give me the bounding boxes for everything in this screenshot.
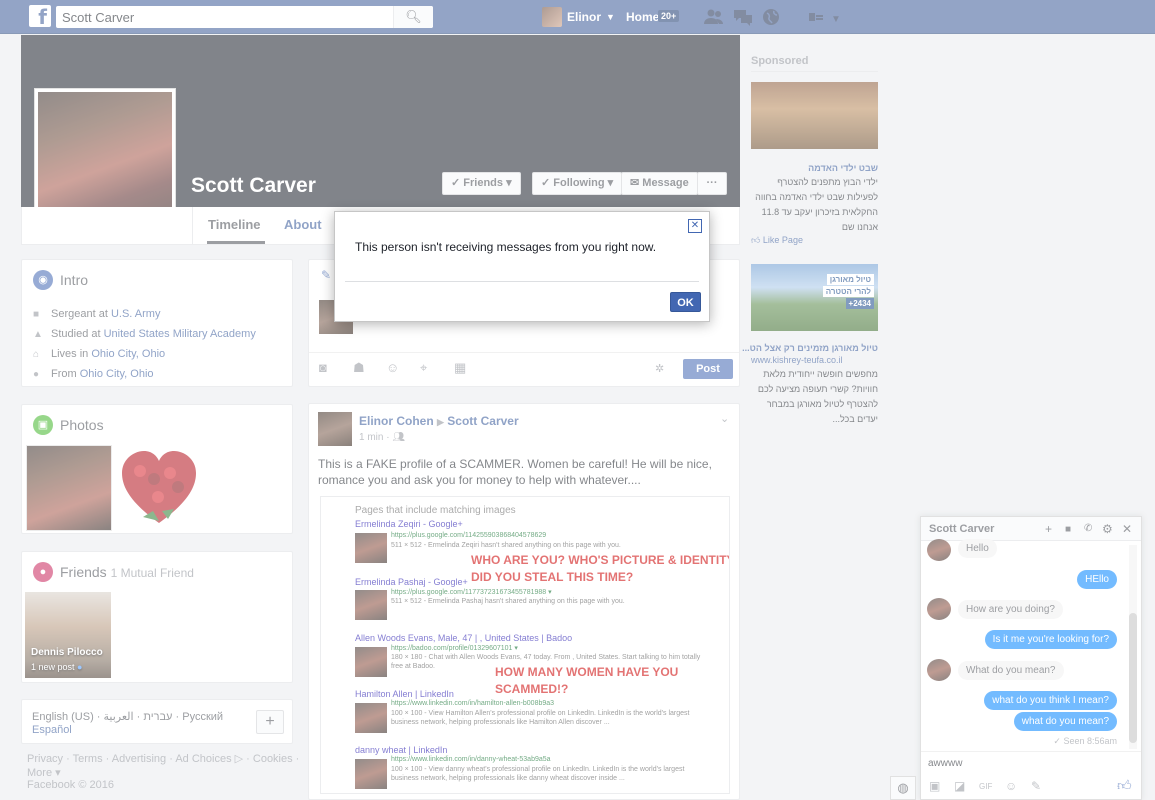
modal-overlay[interactable] [0,0,1155,800]
ok-button[interactable]: OK [670,292,701,312]
close-icon[interactable]: ✕ [688,219,702,233]
dialog-message: This person isn't receiving messages fro… [355,240,657,254]
message-blocked-dialog: ✕ This person isn't receiving messages f… [334,211,710,322]
